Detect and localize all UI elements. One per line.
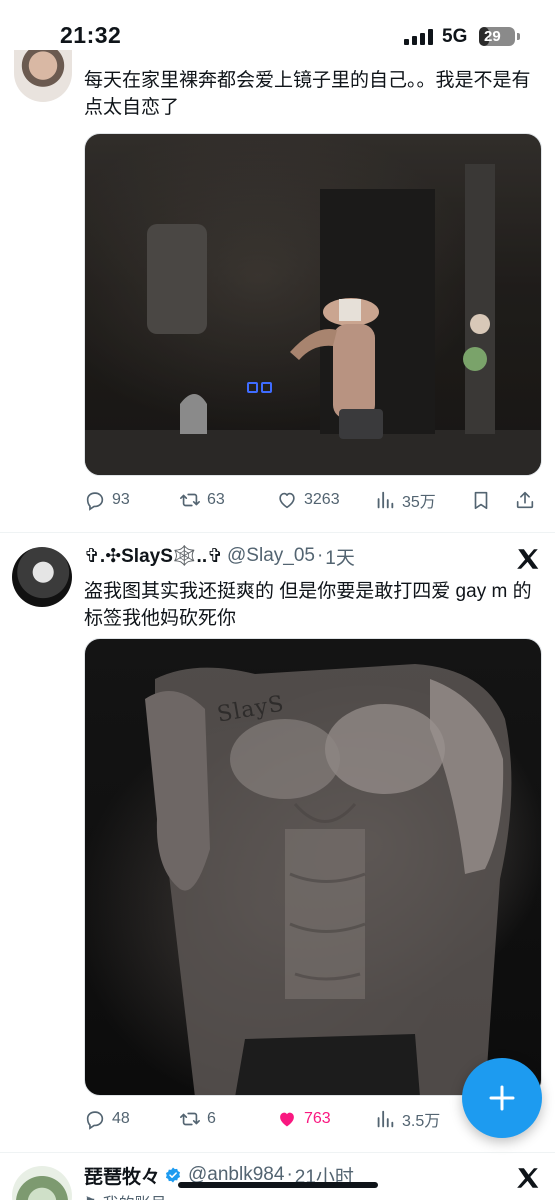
views-button[interactable]: 35万 [374, 486, 436, 514]
compose-button[interactable] [462, 1058, 542, 1138]
reply-count: 48 [112, 1110, 130, 1127]
retweet-icon [180, 493, 200, 507]
avatar[interactable] [14, 50, 72, 102]
subheader-text: 我的账号 [103, 1190, 167, 1200]
retweet-icon [180, 1112, 200, 1126]
tweet-photo[interactable] [84, 133, 542, 476]
x-logo-icon[interactable] [515, 546, 541, 572]
views-icon [377, 1110, 394, 1128]
torso-photo-image [145, 664, 512, 1095]
battery-percent: 29 [484, 28, 501, 45]
like-button[interactable]: 763 [276, 1105, 331, 1133]
x-logo-icon[interactable] [515, 1165, 541, 1191]
heart-icon [280, 1112, 294, 1127]
reply-icon [86, 1111, 104, 1130]
avatar[interactable] [12, 1166, 72, 1200]
reply-button[interactable]: 48 [84, 1105, 130, 1133]
reply-icon [86, 492, 104, 511]
tweet-subheader: ⚑ 我的账号 [84, 1190, 167, 1200]
share-button[interactable] [514, 486, 542, 514]
mirror-selfie-image [85, 134, 541, 475]
battery-tip [517, 33, 520, 40]
like-button[interactable]: 3263 [276, 486, 340, 514]
flag-icon: ⚑ [84, 1194, 97, 1200]
bookmark-icon [474, 491, 488, 510]
display-name[interactable]: ✞.✣SlayS🕸️..✞ [84, 544, 223, 568]
user-handle[interactable]: @Slay_05 [227, 545, 315, 567]
tweet-divider [0, 1152, 555, 1153]
bookmark-button[interactable] [470, 486, 498, 514]
views-count: 3.5万 [402, 1113, 441, 1130]
plus-icon [489, 1085, 515, 1111]
views-count: 35万 [402, 494, 436, 511]
avatar[interactable] [12, 547, 72, 607]
tweet-text: 每天在家里裸奔都会爱上镜子里的自己。。我是不是有点太自恋了 [84, 70, 531, 118]
views-icon [377, 491, 394, 509]
home-indicator[interactable] [178, 1182, 378, 1188]
share-icon [516, 491, 534, 509]
retweet-button[interactable]: 63 [179, 486, 225, 514]
tweet-time[interactable]: 1天 [325, 543, 355, 570]
tweet-actions: 93 63 3263 35万 [84, 486, 542, 514]
status-time: 21:32 [60, 22, 122, 48]
retweet-count: 63 [207, 491, 225, 508]
retweet-count: 6 [207, 1110, 216, 1127]
like-count: 3263 [304, 491, 340, 508]
tweet-text: 盗我图其实我还挺爽的 但是你要是敢打四爱 gay m 的标签我他妈砍死你 [84, 581, 532, 629]
tweet-photo[interactable]: SlayS [84, 638, 542, 1096]
separator-dot: · [316, 545, 324, 566]
battery-indicator: 29 [479, 27, 515, 46]
like-count: 763 [304, 1110, 331, 1127]
cellular-signal-icon [404, 29, 433, 45]
display-name[interactable]: 琵琶牧々 [84, 1162, 160, 1189]
views-button[interactable]: 3.5万 [374, 1105, 440, 1133]
status-bar: 21:32 5G 29 [0, 0, 555, 70]
retweet-button[interactable]: 6 [179, 1105, 216, 1133]
heart-icon [279, 492, 295, 509]
tweet-header: ✞.✣SlayS🕸️..✞ @Slay_05 · 1天 [84, 542, 355, 570]
reply-count: 93 [112, 491, 130, 508]
reply-button[interactable]: 93 [84, 486, 130, 514]
network-type: 5G [442, 26, 468, 47]
tweet-divider [0, 532, 555, 533]
